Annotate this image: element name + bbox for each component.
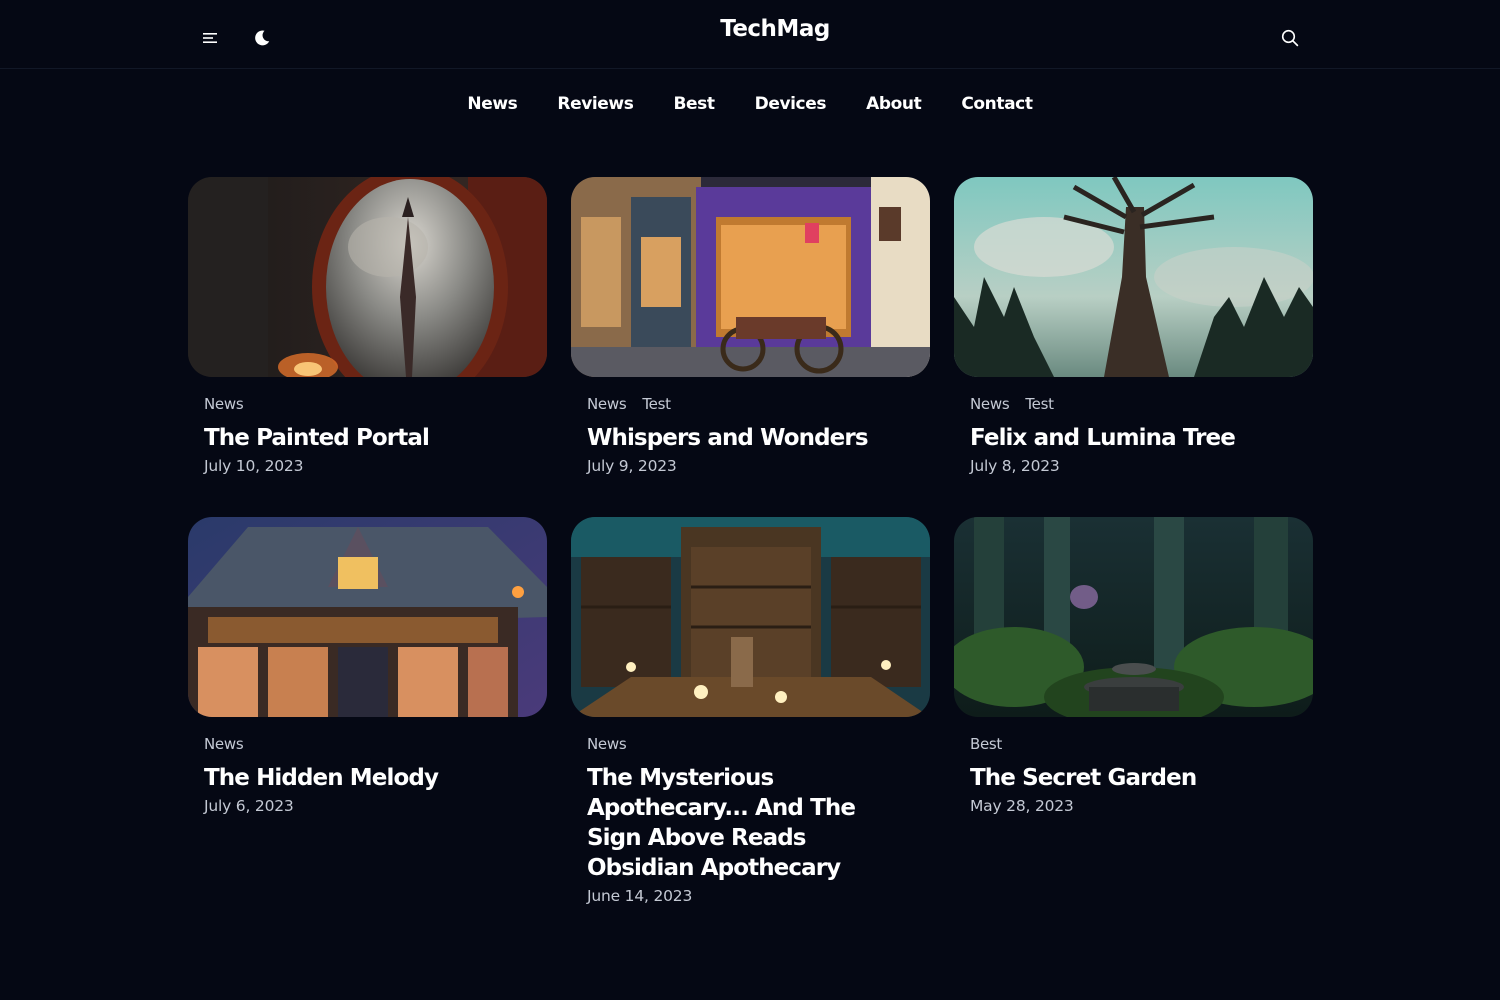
painted-portal-image [188, 177, 547, 377]
post-thumbnail[interactable] [571, 177, 930, 377]
post-tag[interactable]: Best [970, 735, 1002, 753]
post-thumbnail[interactable] [188, 177, 547, 377]
garden-image [954, 517, 1313, 717]
site-logo[interactable]: TechMag [0, 16, 1500, 42]
post-tag[interactable]: News [587, 735, 627, 753]
tree-image [954, 177, 1313, 377]
search-icon [1281, 29, 1299, 47]
post-date: July 8, 2023 [970, 457, 1060, 475]
post-tags: News [587, 731, 914, 757]
post-thumbnail[interactable] [571, 517, 930, 717]
post-card: News The Painted Portal July 10, 2023 [188, 177, 547, 475]
post-date: June 14, 2023 [587, 887, 693, 905]
bookshop-image [188, 517, 547, 717]
post-date: May 28, 2023 [970, 797, 1074, 815]
post-title[interactable]: Whispers and Wonders [587, 423, 914, 453]
nav-item-reviews[interactable]: Reviews [557, 90, 633, 118]
post-title[interactable]: Felix and Lumina Tree [970, 423, 1297, 453]
post-date: July 9, 2023 [587, 457, 677, 475]
post-thumbnail[interactable] [954, 517, 1313, 717]
post-title[interactable]: The Secret Garden [970, 763, 1297, 793]
post-card: News The Hidden Melody July 6, 2023 [188, 517, 547, 905]
post-tag[interactable]: Test [1025, 395, 1054, 413]
post-title[interactable]: The Hidden Melody [204, 763, 531, 793]
post-card: News Test Whispers and Wonders July 9, 2… [571, 177, 930, 475]
post-tag[interactable]: News [587, 395, 627, 413]
post-date: July 10, 2023 [204, 457, 304, 475]
post-tag[interactable]: News [970, 395, 1010, 413]
nav-item-best[interactable]: Best [673, 90, 715, 118]
site-header: TechMag [0, 0, 1500, 69]
apothecary-image [571, 517, 930, 717]
post-card: News The Mysterious Apothecary... And Th… [571, 517, 930, 905]
post-tags: News [204, 731, 531, 757]
post-card: News Test Felix and Lumina Tree July 8, … [954, 177, 1313, 475]
post-title[interactable]: The Painted Portal [204, 423, 531, 453]
post-tags: Best [970, 731, 1297, 757]
nav-item-about[interactable]: About [866, 90, 922, 118]
post-date: July 6, 2023 [204, 797, 294, 815]
search-button[interactable] [1278, 26, 1302, 50]
nav-item-contact[interactable]: Contact [961, 90, 1033, 118]
post-tags: News Test [970, 391, 1297, 417]
post-tags: News [204, 391, 531, 417]
post-tag[interactable]: News [204, 395, 244, 413]
posts-grid: News The Painted Portal July 10, 2023 Ne… [188, 177, 1313, 905]
post-thumbnail[interactable] [188, 517, 547, 717]
post-title[interactable]: The Mysterious Apothecary... And The Sig… [587, 763, 914, 883]
nav-item-news[interactable]: News [467, 90, 517, 118]
post-thumbnail[interactable] [954, 177, 1313, 377]
post-tags: News Test [587, 391, 914, 417]
shopfront-image [571, 177, 930, 377]
nav-item-devices[interactable]: Devices [755, 90, 827, 118]
main-nav: News Reviews Best Devices About Contact [0, 90, 1500, 118]
post-card: Best The Secret Garden May 28, 2023 [954, 517, 1313, 905]
post-tag[interactable]: News [204, 735, 244, 753]
post-tag[interactable]: Test [642, 395, 671, 413]
